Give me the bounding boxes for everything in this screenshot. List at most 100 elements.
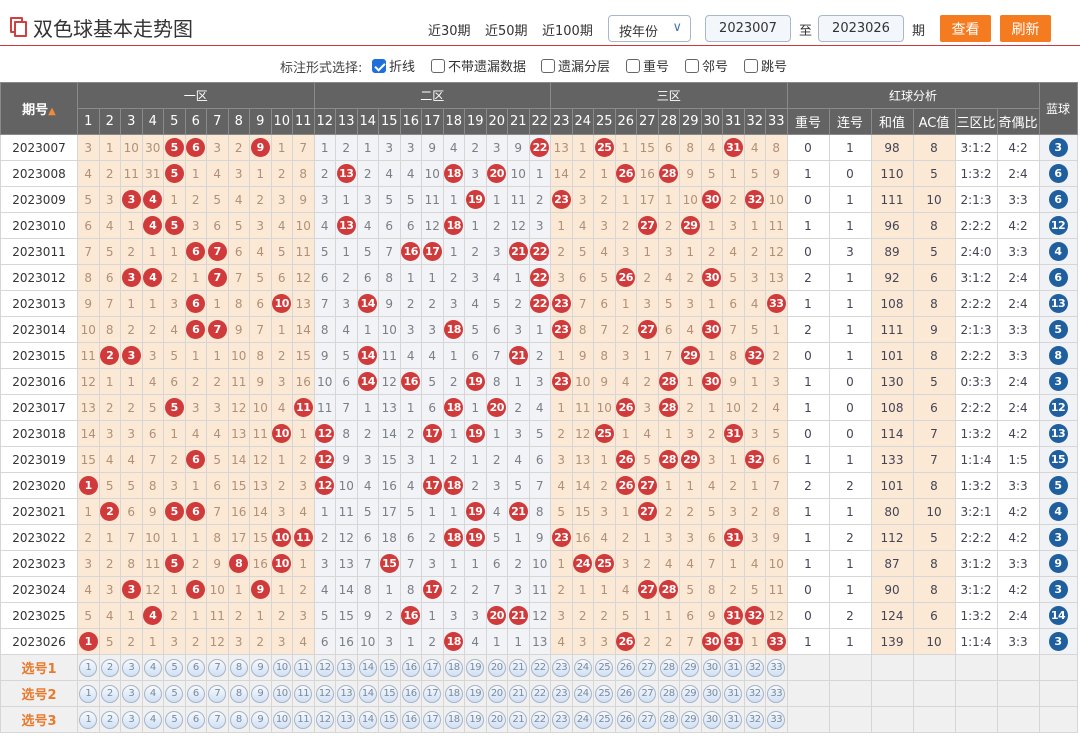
pick-ball-button[interactable]: 7: [208, 658, 227, 677]
pick-ball-button[interactable]: 8: [229, 710, 248, 729]
option-repeat[interactable]: 重号: [626, 56, 669, 75]
pick-ball-button[interactable]: 25: [595, 684, 614, 703]
pick-ball-button[interactable]: 24: [573, 710, 592, 729]
pick-ball-button[interactable]: 30: [702, 684, 721, 703]
pick-ball-button[interactable]: 10: [272, 658, 291, 677]
option-omission-layer[interactable]: 遗漏分层: [541, 56, 610, 75]
issue-header[interactable]: 期号▲︎: [0, 82, 78, 135]
pick-ball-button[interactable]: 26: [616, 710, 635, 729]
pick-ball-button[interactable]: 14: [358, 710, 377, 729]
pick-ball-button[interactable]: 24: [573, 684, 592, 703]
pick-ball-button[interactable]: 22: [530, 710, 549, 729]
pick-ball-button[interactable]: 13: [337, 710, 356, 729]
pick-ball-button[interactable]: 14: [358, 658, 377, 677]
pick-ball-button[interactable]: 31: [724, 710, 743, 729]
pick-ball-button[interactable]: 14: [358, 684, 377, 703]
pick-ball-button[interactable]: 10: [272, 710, 291, 729]
pick-ball-button[interactable]: 29: [681, 710, 700, 729]
pick-ball-button[interactable]: 15: [380, 684, 399, 703]
pick-ball-button[interactable]: 31: [724, 684, 743, 703]
pick-ball-button[interactable]: 10: [272, 684, 291, 703]
pick-ball-button[interactable]: 18: [444, 710, 463, 729]
pick-ball-button[interactable]: 18: [444, 684, 463, 703]
pick-ball-button[interactable]: 16: [401, 710, 420, 729]
pick-ball-button[interactable]: 33: [767, 658, 786, 677]
pick-ball-button[interactable]: 20: [487, 658, 506, 677]
pick-ball-button[interactable]: 5: [165, 684, 184, 703]
pick-ball-button[interactable]: 32: [745, 658, 764, 677]
pick-ball-button[interactable]: 9: [251, 684, 270, 703]
pick-ball-button[interactable]: 3: [122, 684, 141, 703]
pick-ball-button[interactable]: 23: [552, 684, 571, 703]
pick-ball-button[interactable]: 32: [745, 684, 764, 703]
pick-ball-button[interactable]: 9: [251, 658, 270, 677]
sort-icon[interactable]: ▲︎: [48, 106, 56, 117]
pick-ball-button[interactable]: 9: [251, 710, 270, 729]
pick-ball-button[interactable]: 26: [616, 658, 635, 677]
range-50-link[interactable]: 近50期: [485, 20, 528, 39]
range-30-link[interactable]: 近30期: [428, 20, 471, 39]
pick-ball-button[interactable]: 2: [100, 710, 119, 729]
pick-ball-button[interactable]: 27: [638, 710, 657, 729]
pick-ball-button[interactable]: 4: [143, 710, 162, 729]
refresh-button[interactable]: 刷新: [1000, 15, 1051, 42]
pick-ball-button[interactable]: 23: [552, 710, 571, 729]
checkbox[interactable]: [541, 58, 555, 73]
pick-ball-button[interactable]: 3: [122, 710, 141, 729]
pick-ball-button[interactable]: 3: [122, 658, 141, 677]
pick-ball-button[interactable]: 29: [681, 658, 700, 677]
mode-select[interactable]: 按年份 ∨: [608, 15, 691, 42]
pick-ball-button[interactable]: 2: [100, 684, 119, 703]
pick-ball-button[interactable]: 30: [702, 658, 721, 677]
pick-ball-button[interactable]: 15: [380, 658, 399, 677]
pick-ball-button[interactable]: 8: [229, 658, 248, 677]
pick-ball-button[interactable]: 27: [638, 658, 657, 677]
pick-ball-button[interactable]: 31: [724, 658, 743, 677]
pick-ball-button[interactable]: 20: [487, 710, 506, 729]
pick-ball-button[interactable]: 22: [530, 658, 549, 677]
pick-ball-button[interactable]: 7: [208, 684, 227, 703]
pick-ball-button[interactable]: 6: [186, 710, 205, 729]
to-issue-input[interactable]: 2023026: [818, 15, 904, 42]
pick-ball-button[interactable]: 1: [79, 658, 98, 677]
pick-ball-button[interactable]: 4: [143, 658, 162, 677]
checkbox[interactable]: [431, 58, 445, 73]
pick-ball-button[interactable]: 28: [659, 684, 678, 703]
pick-ball-button[interactable]: 16: [401, 658, 420, 677]
pick-ball-button[interactable]: 6: [186, 658, 205, 677]
pick-ball-button[interactable]: 30: [702, 710, 721, 729]
pick-ball-button[interactable]: 21: [509, 684, 528, 703]
option-no-omission[interactable]: 不带遗漏数据: [431, 56, 526, 75]
pick-ball-button[interactable]: 5: [165, 710, 184, 729]
pick-ball-button[interactable]: 29: [681, 684, 700, 703]
option-jump[interactable]: 跳号: [744, 56, 787, 75]
pick-ball-button[interactable]: 1: [79, 710, 98, 729]
pick-ball-button[interactable]: 11: [294, 658, 313, 677]
pick-ball-button[interactable]: 11: [294, 710, 313, 729]
pick-ball-button[interactable]: 12: [315, 658, 334, 677]
pick-ball-button[interactable]: 5: [165, 658, 184, 677]
pick-ball-button[interactable]: 19: [466, 684, 485, 703]
pick-ball-button[interactable]: 17: [423, 684, 442, 703]
option-line[interactable]: 折线: [372, 56, 415, 75]
checkbox[interactable]: [372, 58, 386, 73]
pick-ball-button[interactable]: 33: [767, 710, 786, 729]
pick-ball-button[interactable]: 25: [595, 710, 614, 729]
option-neighbor[interactable]: 邻号: [685, 56, 728, 75]
pick-ball-button[interactable]: 24: [573, 658, 592, 677]
pick-ball-button[interactable]: 1: [79, 684, 98, 703]
pick-ball-button[interactable]: 22: [530, 684, 549, 703]
pick-ball-button[interactable]: 26: [616, 684, 635, 703]
pick-ball-button[interactable]: 27: [638, 684, 657, 703]
pick-ball-button[interactable]: 20: [487, 684, 506, 703]
pick-ball-button[interactable]: 6: [186, 684, 205, 703]
range-100-link[interactable]: 近100期: [542, 20, 593, 39]
pick-ball-button[interactable]: 19: [466, 658, 485, 677]
pick-ball-button[interactable]: 12: [315, 684, 334, 703]
checkbox[interactable]: [685, 58, 699, 73]
pick-ball-button[interactable]: 11: [294, 684, 313, 703]
pick-ball-button[interactable]: 4: [143, 684, 162, 703]
pick-ball-button[interactable]: 13: [337, 658, 356, 677]
pick-ball-button[interactable]: 7: [208, 710, 227, 729]
pick-ball-button[interactable]: 18: [444, 658, 463, 677]
